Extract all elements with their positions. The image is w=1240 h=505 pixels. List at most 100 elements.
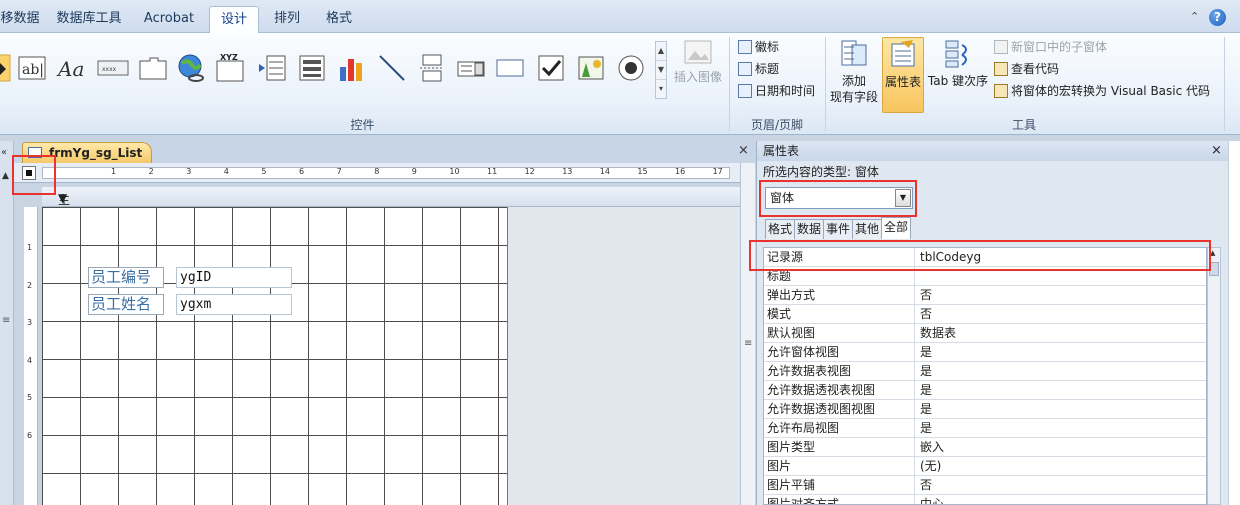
line-icon[interactable] bbox=[377, 53, 407, 83]
property-value[interactable]: tblCodeyg bbox=[920, 248, 1206, 267]
minimize-ribbon-icon[interactable]: ⌃ bbox=[1190, 10, 1199, 23]
property-value[interactable]: 是 bbox=[920, 362, 1206, 381]
property-row[interactable]: 默认视图 数据表 bbox=[764, 324, 1206, 343]
property-sheet-title: 属性表 bbox=[757, 141, 1229, 161]
scroll-thumb[interactable] bbox=[1209, 262, 1219, 276]
property-sheet-button[interactable]: 属性表 bbox=[882, 37, 924, 113]
tab-format[interactable]: 格式 bbox=[318, 6, 360, 33]
help-icon[interactable]: ? bbox=[1209, 9, 1226, 26]
field-employee-id[interactable]: ygID bbox=[176, 267, 292, 288]
nav-splitter-icon[interactable]: ≡ bbox=[2, 315, 10, 326]
tab-order-button[interactable]: Tab 键次序 bbox=[926, 37, 990, 97]
property-value[interactable]: 否 bbox=[920, 476, 1206, 495]
document-tab[interactable]: frmYg_sg_List bbox=[22, 142, 152, 163]
ruler-number: 3 bbox=[186, 167, 192, 176]
tab-acrobat[interactable]: Acrobat bbox=[138, 6, 200, 33]
property-value[interactable]: 否 bbox=[920, 305, 1206, 324]
horizontal-ruler[interactable]: 123456789101112131415161718 bbox=[42, 167, 730, 179]
web-browser-icon[interactable]: XYZ bbox=[215, 53, 245, 83]
property-row[interactable]: 图片类型 嵌入 bbox=[764, 438, 1206, 457]
form-selector[interactable] bbox=[22, 166, 36, 180]
combo-dropdown-icon[interactable]: ▼ bbox=[895, 189, 911, 207]
subform-new-window-button[interactable]: 新窗口中的子窗体 bbox=[994, 37, 1107, 57]
gallery-down-icon[interactable]: ▼ bbox=[656, 61, 666, 80]
object-selector-combo[interactable]: 窗体 ▼ bbox=[765, 187, 913, 209]
button-icon[interactable]: xxxx bbox=[96, 53, 130, 83]
nav-scroll-up-icon[interactable]: ▲ bbox=[2, 171, 9, 181]
prop-tab-event[interactable]: 事件 bbox=[823, 219, 854, 239]
textbox-icon[interactable]: ab| bbox=[17, 53, 47, 83]
add-existing-fields-button[interactable]: 添加 现有字段 bbox=[828, 37, 880, 113]
tab-design[interactable]: 设计 bbox=[209, 6, 259, 34]
view-code-button[interactable]: 查看代码 bbox=[994, 59, 1059, 79]
convert-macros-button[interactable]: 将窗体的宏转换为 Visual Basic 代码 bbox=[994, 81, 1210, 101]
prop-tab-all[interactable]: 全部 bbox=[881, 217, 912, 239]
property-row[interactable]: 图片对齐方式 中心 bbox=[764, 495, 1206, 504]
controls-gallery-scroll[interactable]: ▲ ▼ ▾ bbox=[655, 41, 667, 99]
title-button[interactable]: 标题 bbox=[738, 59, 779, 79]
vertical-ruler[interactable]: 1 2 3 4 5 6 bbox=[24, 207, 38, 505]
navigation-icon[interactable] bbox=[257, 53, 287, 83]
ruler-number: 13 bbox=[562, 167, 573, 176]
property-value[interactable]: 是 bbox=[920, 343, 1206, 362]
detail-section-header[interactable]: ▼ 主体 bbox=[42, 187, 740, 224]
tab-control-icon[interactable] bbox=[138, 53, 168, 83]
pane-splitter-icon[interactable]: ≡ bbox=[744, 338, 752, 349]
property-row[interactable]: 允许布局视图是 bbox=[764, 419, 1206, 438]
tab-arrange[interactable]: 排列 bbox=[266, 6, 308, 33]
property-row[interactable]: 图片 (无) bbox=[764, 457, 1206, 476]
datetime-button[interactable]: 日期和时间 bbox=[738, 81, 815, 101]
property-row[interactable]: 弹出方式否 bbox=[764, 286, 1206, 305]
property-row[interactable]: 标题 bbox=[764, 267, 1206, 286]
unbound-object-frame-icon[interactable] bbox=[576, 53, 606, 83]
expand-nav-pane-icon[interactable]: « bbox=[1, 147, 7, 158]
option-group-icon[interactable] bbox=[297, 53, 327, 83]
option-button-icon[interactable] bbox=[616, 53, 646, 83]
label-employee-name[interactable]: 员工姓名 bbox=[88, 294, 164, 315]
document-vertical-scrollbar[interactable] bbox=[740, 163, 755, 505]
property-row[interactable]: 允许窗体视图是 bbox=[764, 343, 1206, 362]
property-value[interactable] bbox=[920, 267, 1206, 286]
property-value[interactable]: 嵌入 bbox=[920, 438, 1206, 457]
close-property-sheet-icon[interactable]: × bbox=[1211, 143, 1222, 158]
prop-tab-format[interactable]: 格式 bbox=[765, 219, 796, 239]
property-row[interactable]: 允许数据透视图视图是 bbox=[764, 400, 1206, 419]
gallery-up-icon[interactable]: ▲ bbox=[656, 42, 666, 61]
property-row[interactable]: 允许数据透视表视图是 bbox=[764, 381, 1206, 400]
form-design-area[interactable]: 员工编号 ygID 员工姓名 ygxm bbox=[42, 207, 740, 505]
navigation-pane-collapsed[interactable]: « ▲ ≡ bbox=[0, 141, 14, 505]
property-value[interactable]: 是 bbox=[920, 419, 1206, 438]
property-grid-scrollbar[interactable]: ▲ bbox=[1207, 247, 1221, 505]
property-row[interactable]: 模式否 bbox=[764, 305, 1206, 324]
scroll-up-icon[interactable]: ▲ bbox=[1210, 249, 1215, 257]
tab-external-data[interactable]: 移数据 bbox=[0, 6, 40, 33]
property-name: 记录源 bbox=[767, 248, 915, 267]
checkbox-icon[interactable] bbox=[536, 53, 566, 83]
prop-tab-other[interactable]: 其他 bbox=[852, 219, 883, 239]
property-value[interactable]: 否 bbox=[920, 286, 1206, 305]
property-value[interactable]: 中心 bbox=[920, 495, 1206, 504]
property-row[interactable]: 记录源 tblCodeyg bbox=[764, 248, 1206, 267]
page-break-icon[interactable] bbox=[417, 53, 447, 83]
insert-image-button[interactable]: 插入图像 bbox=[672, 39, 724, 85]
property-row[interactable]: 图片平铺否 bbox=[764, 476, 1206, 495]
design-grid[interactable] bbox=[42, 207, 508, 505]
property-value[interactable]: 数据表 bbox=[920, 324, 1206, 343]
property-value[interactable]: 是 bbox=[920, 400, 1206, 419]
combo-box-icon[interactable] bbox=[456, 53, 486, 83]
field-employee-name[interactable]: ygxm bbox=[176, 294, 292, 315]
property-value[interactable]: 是 bbox=[920, 381, 1206, 400]
ruler-number: 15 bbox=[637, 167, 648, 176]
label-employee-id[interactable]: 员工编号 bbox=[88, 267, 164, 288]
property-value[interactable]: (无) bbox=[920, 457, 1206, 476]
close-document-icon[interactable]: × bbox=[738, 143, 749, 158]
label-icon[interactable]: Aa bbox=[56, 53, 86, 83]
rectangle-icon[interactable] bbox=[495, 53, 525, 83]
gallery-more-icon[interactable]: ▾ bbox=[656, 80, 666, 99]
prop-tab-data[interactable]: 数据 bbox=[794, 219, 825, 239]
property-row[interactable]: 允许数据表视图是 bbox=[764, 362, 1206, 381]
chart-icon[interactable] bbox=[337, 53, 367, 83]
hyperlink-icon[interactable] bbox=[176, 53, 206, 83]
tab-database-tools[interactable]: 数据库工具 bbox=[50, 6, 128, 33]
logo-button[interactable]: 徽标 bbox=[738, 37, 779, 57]
